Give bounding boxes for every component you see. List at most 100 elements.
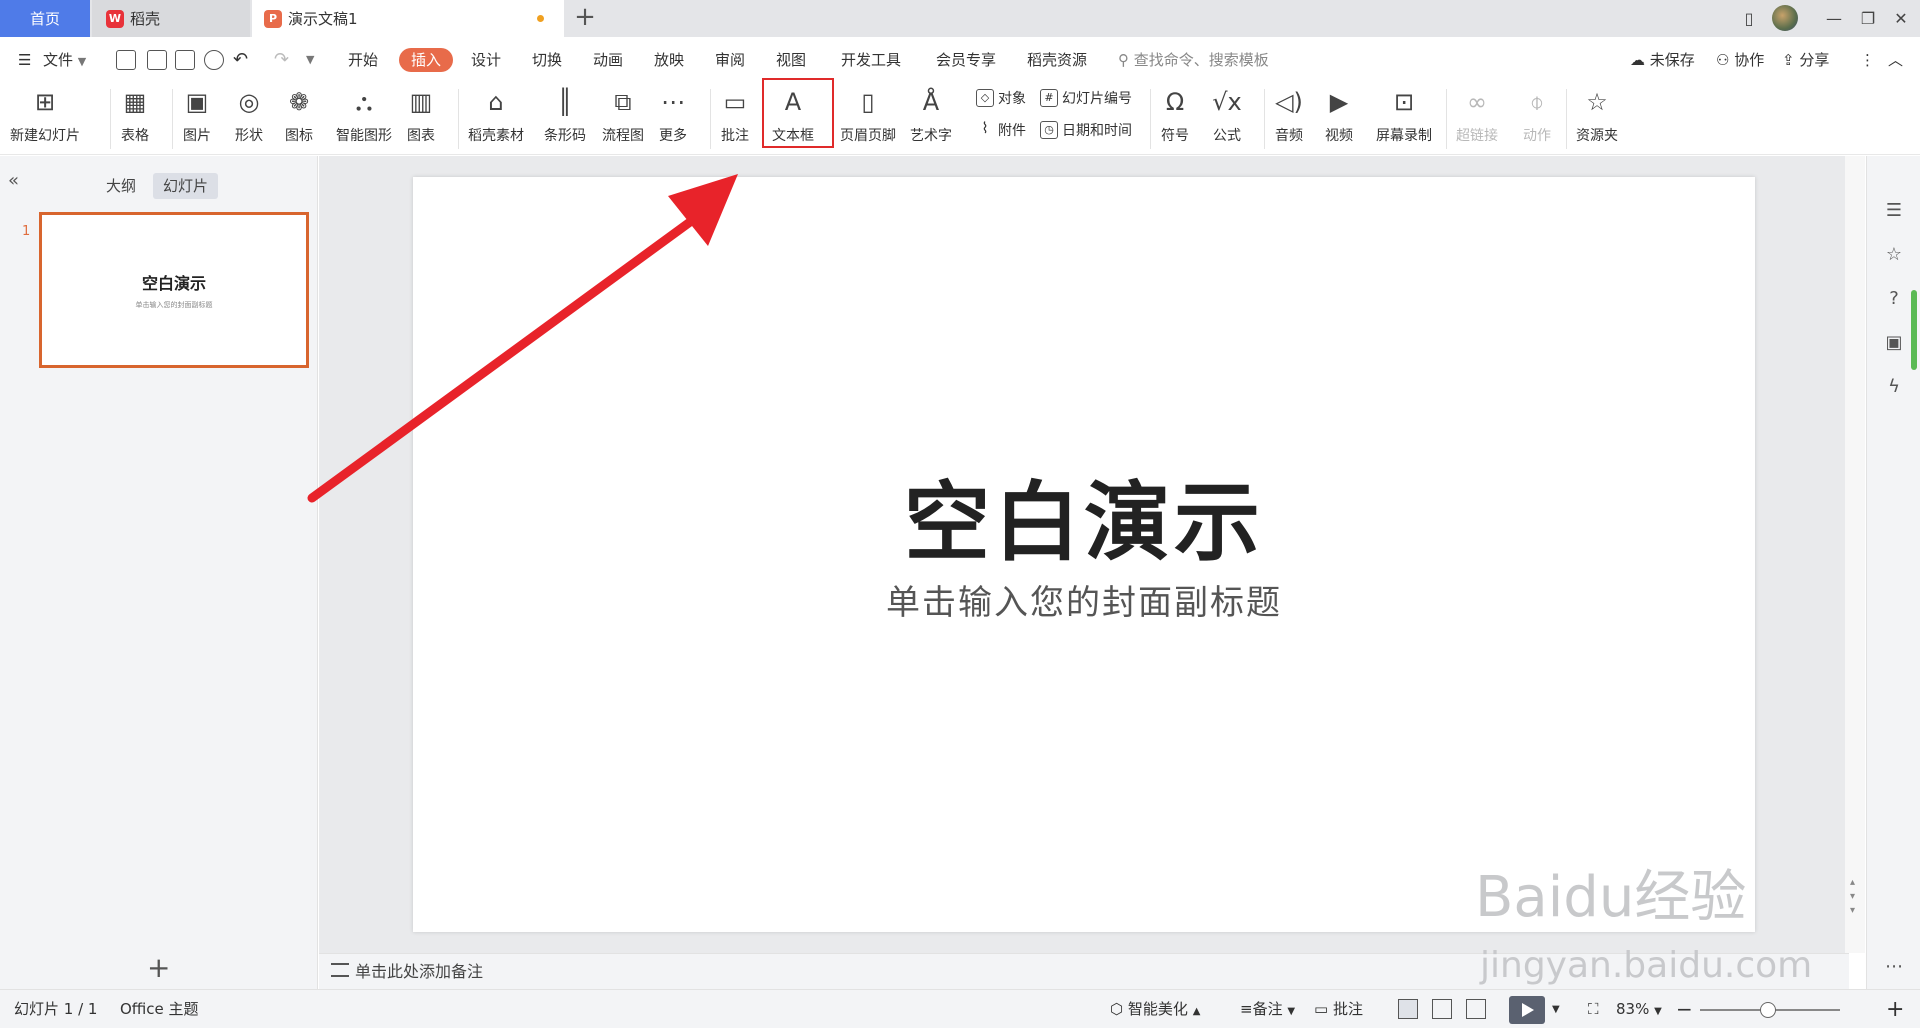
user-icon: ⚇	[1716, 51, 1730, 69]
icon-library-button[interactable]: ❁ 图标	[284, 83, 314, 155]
minimize-icon[interactable]: —	[1823, 8, 1845, 30]
menu-developer[interactable]: 开发工具	[841, 37, 901, 83]
tab-daoke[interactable]: W 稻壳	[92, 0, 250, 37]
zoom-in-icon[interactable]: +	[1886, 990, 1904, 1028]
avatar[interactable]	[1772, 5, 1798, 31]
new-slide-button[interactable]: ⊞ 新建幻灯片	[10, 83, 80, 155]
menu-daoke-resources[interactable]: 稻壳资源	[1027, 37, 1087, 83]
tab-home[interactable]: 首页	[0, 0, 90, 37]
grid-view-icon[interactable]	[1432, 999, 1452, 1019]
menu-review[interactable]: 审阅	[715, 37, 745, 83]
object-button[interactable]: ◇ 对象	[976, 87, 1026, 109]
menu-view[interactable]: 视图	[776, 37, 806, 83]
layout-icon[interactable]: ▯	[1738, 8, 1760, 30]
notes-lines-icon: ≡	[1240, 1000, 1253, 1018]
tab-slides[interactable]: 幻灯片	[153, 173, 219, 199]
close-icon[interactable]: ✕	[1890, 8, 1912, 30]
collapse-ribbon-icon[interactable]: ︿	[1888, 37, 1903, 83]
zoom-out-icon[interactable]: −	[1676, 990, 1693, 1028]
barcode-icon: ║	[557, 88, 573, 116]
quick-access-dropdown-icon[interactable]: ▼	[306, 37, 314, 83]
header-footer-button[interactable]: ▯ 页眉页脚	[840, 83, 896, 155]
tab-document[interactable]: P 演示文稿1	[252, 0, 564, 37]
flowchart-button[interactable]: ⧉ 流程图	[602, 83, 644, 155]
chart-button[interactable]: ▥ 图表	[406, 83, 436, 155]
thumb-title: 空白演示	[141, 274, 206, 293]
slide-title[interactable]: 空白演示	[413, 452, 1755, 577]
help-icon[interactable]: ?	[1883, 288, 1905, 310]
object-icon: ◇	[976, 89, 994, 107]
symbol-button[interactable]: Ω 符号	[1160, 83, 1190, 155]
star-icon[interactable]: ☆	[1883, 244, 1905, 266]
audio-button[interactable]: ◁) 音频	[1274, 83, 1304, 155]
thumb-subtitle: 单击输入您的封面副标题	[135, 301, 213, 309]
play-options-caret-icon[interactable]: ▼	[1552, 990, 1560, 1028]
collapse-panel-icon[interactable]: «	[8, 170, 19, 191]
vertical-scrollbar[interactable]: ▴ ▾ ▾	[1845, 156, 1865, 953]
action-button[interactable]: ⌽ 动作	[1522, 83, 1552, 155]
save-icon[interactable]	[116, 50, 136, 70]
menu-start[interactable]: 开始	[348, 37, 378, 83]
settings-sliders-icon[interactable]: ☰	[1883, 200, 1905, 222]
attachment-button[interactable]: ⌇ 附件	[976, 119, 1026, 141]
redo-icon[interactable]: ↷	[274, 37, 289, 83]
unsaved-status[interactable]: ☁ 未保存	[1630, 37, 1695, 83]
resource-folder-button[interactable]: ☆ 资源夹	[1576, 83, 1618, 155]
share-button[interactable]: ⇪ 分享	[1782, 37, 1829, 83]
tab-outline[interactable]: 大纲	[96, 173, 146, 199]
hyperlink-button[interactable]: ∞ 超链接	[1456, 83, 1498, 155]
page-nav-arrows-icon[interactable]: ▴ ▾ ▾	[1850, 876, 1855, 918]
picture-button[interactable]: ▣ 图片	[182, 83, 212, 155]
export-pdf-icon[interactable]	[147, 50, 167, 70]
slide-canvas[interactable]: 空白演示 单击输入您的封面副标题	[413, 177, 1755, 932]
menu-slideshow[interactable]: 放映	[654, 37, 684, 83]
fit-window-icon[interactable]: ⛶	[1588, 990, 1599, 1028]
notes-toggle[interactable]: ≡备注 ▼	[1240, 990, 1295, 1028]
video-button[interactable]: ▶ 视频	[1324, 83, 1354, 155]
lightning-icon[interactable]: ϟ	[1883, 376, 1905, 398]
slide-number-label: 幻灯片编号	[1062, 91, 1132, 107]
screen-record-button[interactable]: ⊡ 屏幕录制	[1376, 83, 1432, 155]
play-slideshow-button[interactable]	[1509, 996, 1545, 1024]
material-button[interactable]: ⌂ 稻壳素材	[468, 83, 524, 155]
menu-animation[interactable]: 动画	[593, 37, 623, 83]
normal-view-icon[interactable]	[1398, 999, 1418, 1019]
smart-graphic-button[interactable]: ⛬ 智能图形	[336, 83, 392, 155]
theme-name[interactable]: Office 主题	[120, 990, 199, 1028]
restore-icon[interactable]: ❐	[1857, 8, 1879, 30]
print-icon[interactable]	[175, 50, 195, 70]
menu-member[interactable]: 会员专享	[936, 37, 996, 83]
table-button[interactable]: ▦ 表格	[120, 83, 150, 155]
menu-transition[interactable]: 切换	[532, 37, 562, 83]
hamburger-icon[interactable]: ☰	[18, 37, 31, 83]
shape-button[interactable]: ◎ 形状	[234, 83, 264, 155]
reading-view-icon[interactable]	[1466, 999, 1486, 1019]
image-settings-icon[interactable]: ▣	[1883, 332, 1905, 354]
date-time-button[interactable]: ◷ 日期和时间	[1040, 119, 1132, 141]
formula-button[interactable]: √x 公式	[1212, 83, 1242, 155]
slide-thumbnail[interactable]: 空白演示 单击输入您的封面副标题	[39, 212, 309, 368]
menu-design[interactable]: 设计	[471, 37, 501, 83]
wordart-button[interactable]: Å 艺术字	[910, 83, 952, 155]
zoom-slider-handle[interactable]	[1760, 1002, 1776, 1018]
barcode-button[interactable]: ║ 条形码	[544, 83, 586, 155]
more-dots-icon[interactable]: ⋯	[1883, 956, 1905, 978]
status-bar: 幻灯片 1 / 1 Office 主题 ⬡ 智能美化 ▲ ≡备注 ▼ ▭ 批注 …	[0, 989, 1920, 1028]
smart-beautify-button[interactable]: ⬡ 智能美化 ▲	[1110, 990, 1200, 1028]
file-menu[interactable]: 文件 ▼	[43, 37, 86, 83]
more-dots-icon: ⋯	[661, 88, 685, 116]
more-options-icon[interactable]: ⋮	[1860, 37, 1875, 83]
add-slide-button[interactable]: +	[147, 951, 170, 984]
print-preview-icon[interactable]	[204, 50, 224, 70]
new-tab-button[interactable]: +	[574, 2, 596, 32]
slide-subtitle[interactable]: 单击输入您的封面副标题	[413, 575, 1755, 624]
collab-button[interactable]: ⚇ 协作	[1716, 37, 1764, 83]
comment-button[interactable]: ▭ 批注	[720, 83, 750, 155]
command-search[interactable]: ⚲ 查找命令、搜索模板	[1118, 37, 1269, 83]
comment-toggle[interactable]: ▭ 批注	[1314, 990, 1363, 1028]
undo-icon[interactable]: ↶	[233, 37, 248, 83]
menu-insert[interactable]: 插入	[399, 48, 454, 72]
zoom-level[interactable]: 83% ▼	[1616, 990, 1662, 1028]
more-button[interactable]: ⋯ 更多	[658, 83, 688, 155]
slide-number-button[interactable]: # 幻灯片编号	[1040, 87, 1132, 109]
